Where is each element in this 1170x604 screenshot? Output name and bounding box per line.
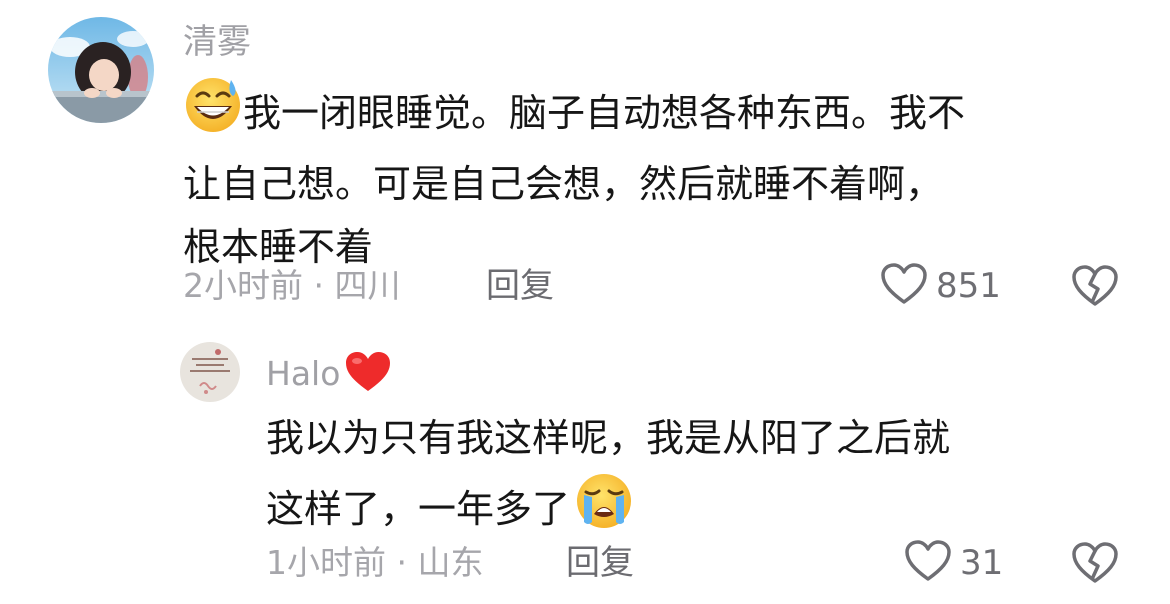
timestamp-location: 2小时前 · 四川 [183,266,401,305]
like-count: 851 [936,266,1001,306]
like-button[interactable]: 31 [904,539,1004,587]
broken-heart-icon [1071,542,1119,589]
heart-icon [880,262,928,310]
comment-text: 我一闭眼睡觉。脑子自动想各种东西。我不 让自己想。可是自己会想，然后就睡不着啊，… [183,74,1143,279]
like-count: 31 [960,543,1004,583]
grinning-sweat-face-icon [183,74,243,153]
heart-icon [904,539,952,587]
dislike-button[interactable] [1071,264,1119,308]
username[interactable]: 清雾 [183,20,251,64]
reply-button[interactable]: 回复 [486,264,554,308]
comment-text: 我以为只有我这样呢，我是从阳了之后就 这样了，一年多了 [266,407,1146,549]
red-heart-icon [344,350,392,398]
avatar[interactable] [180,342,240,402]
loudly-crying-face-icon [574,470,634,549]
timestamp-location: 1小时前 · 山东 [266,543,484,582]
avatar-image [180,342,240,402]
avatar-image [48,17,154,123]
reply-button[interactable]: 回复 [566,541,634,585]
dislike-button[interactable] [1071,541,1119,585]
avatar[interactable] [48,17,154,123]
broken-heart-icon [1071,265,1119,312]
username[interactable]: Halo [266,352,340,396]
like-button[interactable]: 851 [880,262,1001,310]
username-row: Halo [266,352,392,396]
